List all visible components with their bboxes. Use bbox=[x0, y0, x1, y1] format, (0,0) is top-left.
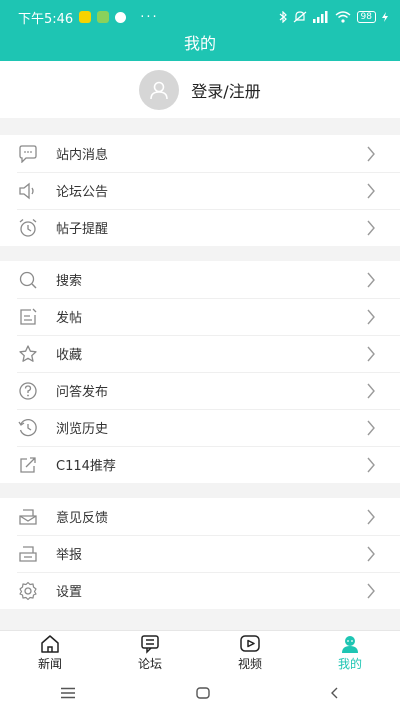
menu-item-label: 搜索 bbox=[56, 274, 83, 289]
tab-forum[interactable]: 论坛 bbox=[100, 631, 200, 674]
user-placeholder-icon bbox=[150, 81, 169, 99]
download-notification-icon bbox=[97, 11, 110, 23]
tab-news[interactable]: 新闻 bbox=[0, 631, 100, 674]
menu-item-messages[interactable]: 站内消息 bbox=[0, 135, 400, 172]
menu-item-label: C114推荐 bbox=[56, 459, 116, 474]
menu-item-label: 设置 bbox=[56, 585, 83, 600]
menu-item-favorites[interactable]: 收藏 bbox=[0, 335, 400, 372]
chevron-right-icon bbox=[367, 420, 375, 435]
chevron-right-icon bbox=[367, 457, 375, 472]
chevron-right-icon bbox=[367, 309, 375, 324]
page-title: 我的 bbox=[183, 34, 216, 53]
speaker-icon bbox=[17, 180, 39, 202]
status-bar: 下午5:46 ··· 98 bbox=[0, 0, 400, 34]
chevron-right-icon bbox=[367, 146, 375, 161]
status-right: 98 bbox=[279, 11, 388, 23]
home-button-icon[interactable] bbox=[196, 686, 210, 699]
share-icon bbox=[17, 454, 39, 476]
chevron-right-icon bbox=[367, 583, 375, 598]
alarm-clock-icon bbox=[17, 217, 39, 239]
report-icon bbox=[17, 543, 39, 565]
tab-mine[interactable]: 我的 bbox=[300, 631, 400, 674]
signal-icon bbox=[312, 11, 328, 23]
login-register-label[interactable]: 登录/注册 bbox=[191, 78, 260, 102]
avatar[interactable] bbox=[139, 69, 180, 110]
menu-item-label: 意见反馈 bbox=[56, 511, 109, 526]
tab-label: 论坛 bbox=[137, 656, 162, 671]
compose-icon bbox=[17, 306, 39, 328]
menu-item-c114-recommend[interactable]: C114推荐 bbox=[0, 446, 400, 483]
bluetooth-icon bbox=[279, 11, 287, 23]
menu-item-label: 帖子提醒 bbox=[56, 222, 109, 237]
menu-item-settings[interactable]: 设置 bbox=[0, 572, 400, 609]
menu-item-report[interactable]: 举报 bbox=[0, 535, 400, 572]
status-time: 下午5:46 bbox=[18, 11, 74, 27]
tab-label: 视频 bbox=[237, 656, 262, 671]
menu-item-feedback[interactable]: 意见反馈 bbox=[0, 498, 400, 535]
chevron-right-icon bbox=[367, 346, 375, 361]
menu-group-actions: 搜索 发帖 收藏 问答发布 浏览历史 C114推荐 bbox=[0, 261, 400, 483]
battery-indicator: 98 bbox=[356, 11, 376, 23]
menu-item-label: 问答发布 bbox=[56, 385, 109, 400]
menu-item-label: 浏览历史 bbox=[56, 422, 109, 437]
menu-item-label: 站内消息 bbox=[56, 148, 109, 163]
menu-group-settings: 意见反馈 举报 设置 bbox=[0, 498, 400, 609]
chevron-right-icon bbox=[367, 272, 375, 287]
menu-item-label: 发帖 bbox=[56, 311, 83, 326]
menu-group-messages: 站内消息 论坛公告 帖子提醒 bbox=[0, 135, 400, 246]
menu-icon[interactable] bbox=[60, 687, 76, 699]
feedback-icon bbox=[17, 506, 39, 528]
chevron-right-icon bbox=[367, 509, 375, 524]
history-icon bbox=[17, 417, 39, 439]
chevron-right-icon bbox=[367, 383, 375, 398]
menu-item-label: 论坛公告 bbox=[56, 185, 109, 200]
system-navigation-bar bbox=[0, 674, 400, 711]
mute-icon bbox=[293, 11, 306, 23]
more-notifications-indicator: ··· bbox=[140, 9, 159, 25]
menu-item-search[interactable]: 搜索 bbox=[0, 261, 400, 298]
status-left: 下午5:46 ··· bbox=[18, 8, 159, 27]
tab-label: 我的 bbox=[337, 656, 362, 671]
app-header: 下午5:46 ··· 98 我的 bbox=[0, 0, 400, 61]
tab-video[interactable]: 视频 bbox=[200, 631, 300, 674]
star-icon bbox=[17, 343, 39, 365]
user-icon bbox=[342, 635, 358, 653]
menu-item-announcements[interactable]: 论坛公告 bbox=[0, 172, 400, 209]
menu-item-label: 收藏 bbox=[56, 348, 83, 363]
forum-icon bbox=[141, 634, 159, 654]
login-register-row[interactable]: 登录/注册 bbox=[0, 61, 400, 118]
app-notification-icon bbox=[79, 11, 92, 23]
gear-icon bbox=[17, 580, 39, 602]
home-icon bbox=[41, 634, 59, 653]
charging-icon bbox=[382, 12, 388, 22]
tab-label: 新闻 bbox=[37, 656, 62, 671]
chevron-right-icon bbox=[367, 183, 375, 198]
menu-item-label: 举报 bbox=[56, 548, 83, 563]
question-icon bbox=[17, 380, 39, 402]
chevron-right-icon bbox=[367, 220, 375, 235]
search-icon bbox=[17, 269, 39, 291]
menu-item-history[interactable]: 浏览历史 bbox=[0, 409, 400, 446]
menu-item-qa-publish[interactable]: 问答发布 bbox=[0, 372, 400, 409]
chevron-right-icon bbox=[367, 546, 375, 561]
shield-notification-icon bbox=[115, 11, 127, 23]
back-icon[interactable] bbox=[330, 687, 340, 699]
message-icon bbox=[17, 143, 39, 165]
menu-item-post-reminders[interactable]: 帖子提醒 bbox=[0, 209, 400, 246]
wifi-icon bbox=[335, 11, 351, 23]
menu-item-new-post[interactable]: 发帖 bbox=[0, 298, 400, 335]
bottom-tab-bar: 新闻 论坛 视频 我的 bbox=[0, 630, 400, 674]
video-icon bbox=[240, 634, 260, 652]
